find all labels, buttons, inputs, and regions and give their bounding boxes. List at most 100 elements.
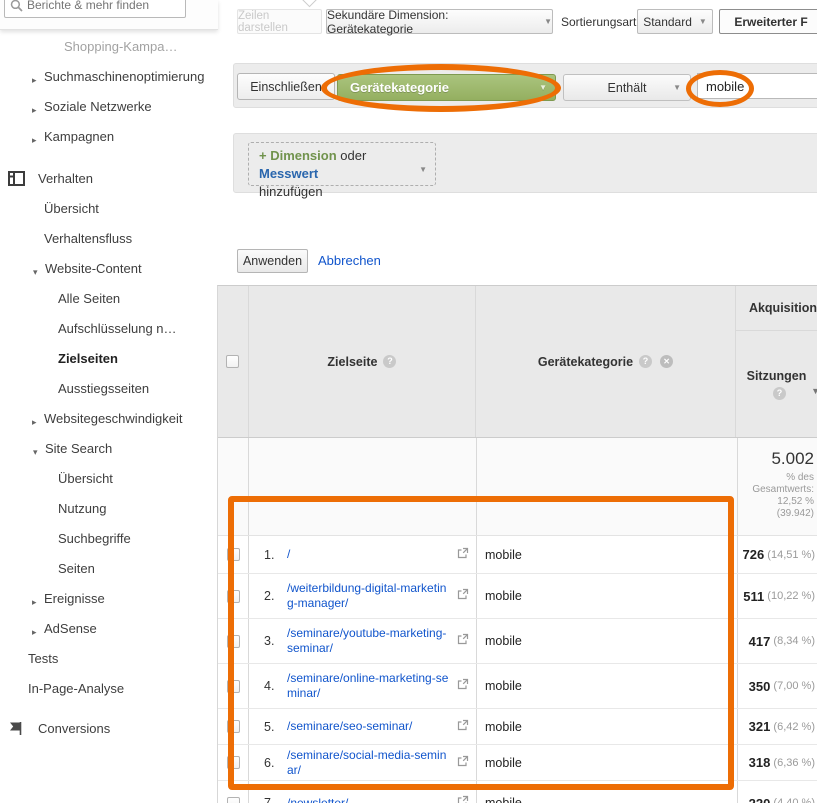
sidebar-item[interactable]: Aufschlüsselung n… bbox=[0, 319, 218, 339]
add-suffix-label: hinzufügen bbox=[259, 183, 425, 201]
add-metric-label: Messwert bbox=[259, 166, 318, 181]
sidebar-item[interactable]: Nutzung bbox=[0, 499, 218, 519]
sidebar-item[interactable]: ▸ Kampagnen bbox=[0, 127, 218, 147]
row-checkbox[interactable] bbox=[227, 680, 240, 693]
sidebar-item-label: Ausstiegsseiten bbox=[58, 381, 149, 396]
filter-dimension-dropdown[interactable]: Gerätekategorie ▼ bbox=[337, 74, 556, 101]
sidebar-item[interactable]: Suchbegriffe bbox=[0, 529, 218, 549]
report-search-input[interactable] bbox=[27, 0, 177, 15]
column-header-sitzungen[interactable]: Sitzungen ? ▼ bbox=[736, 331, 817, 437]
cancel-link[interactable]: Abbrechen bbox=[318, 253, 381, 268]
plot-rows-button[interactable]: Zeilen darstellen bbox=[237, 9, 322, 34]
landing-page-link[interactable]: /seminare/youtube-marketing-seminar/ bbox=[287, 626, 450, 656]
row-checkbox[interactable] bbox=[227, 590, 240, 603]
analytics-screen: Shopping-Kampa… ▸ Suchmaschinenoptimieru… bbox=[0, 0, 817, 803]
sidebar-nav: Shopping-Kampa… ▸ Suchmaschinenoptimieru… bbox=[0, 30, 218, 749]
remove-column-icon[interactable]: ✕ bbox=[660, 355, 673, 368]
sort-direction-icon: ▼ bbox=[811, 386, 817, 396]
plot-rows-label: Zeilen darstellen bbox=[238, 10, 321, 34]
row-checkbox[interactable] bbox=[227, 797, 240, 803]
filter-operator-label: Enthält bbox=[608, 81, 647, 95]
sidebar-item[interactable]: Übersicht bbox=[0, 469, 218, 489]
sidebar-item[interactable]: Verhalten bbox=[0, 169, 218, 189]
external-link-icon[interactable] bbox=[457, 677, 469, 695]
external-link-icon[interactable] bbox=[457, 754, 469, 772]
sidebar-item-label: Suchbegriffe bbox=[58, 531, 131, 546]
help-icon[interactable]: ? bbox=[383, 355, 396, 368]
sessions-value: 318 bbox=[749, 755, 771, 770]
sort-type-label: Sortierungsart: bbox=[561, 15, 640, 29]
sidebar-item[interactable]: Shopping-Kampa… bbox=[0, 37, 218, 57]
row-checkbox[interactable] bbox=[227, 756, 240, 769]
sidebar-item[interactable]: Ausstiegsseiten bbox=[0, 379, 218, 399]
landing-page-link[interactable]: /newsletter/ bbox=[287, 796, 348, 803]
select-all-checkbox[interactable] bbox=[226, 355, 239, 368]
device-category-value: mobile bbox=[485, 634, 522, 648]
chevron-icon: ▸ bbox=[32, 130, 37, 150]
help-icon[interactable]: ? bbox=[773, 387, 786, 400]
behavior-icon bbox=[8, 171, 25, 192]
add-dimension-label: + Dimension bbox=[259, 148, 337, 163]
landing-page-link[interactable]: /weiterbildung-digital-marketing-manager… bbox=[287, 581, 450, 611]
secondary-dimension-dropdown[interactable]: Sekundäre Dimension: Gerätekategorie ▼ bbox=[326, 9, 553, 34]
sidebar-item[interactable]: Conversions bbox=[0, 719, 218, 739]
sessions-percent: (7,00 %) bbox=[770, 680, 815, 692]
sidebar-item[interactable]: In-Page-Analyse bbox=[0, 679, 218, 699]
add-dimension-metric-button[interactable]: + Dimension oder Messwert hinzufügen ▼ bbox=[248, 142, 436, 186]
advanced-filter-button[interactable]: Erweiterter F bbox=[719, 9, 817, 34]
sort-type-dropdown[interactable]: Standard ▼ bbox=[637, 9, 713, 34]
device-category-value: mobile bbox=[485, 720, 522, 734]
sitzungen-label: Sitzungen bbox=[747, 369, 807, 383]
sidebar-item[interactable]: ▸ Suchmaschinenoptimierung bbox=[0, 67, 218, 87]
sidebar-item[interactable]: Seiten bbox=[0, 559, 218, 579]
add-or-label: oder bbox=[340, 148, 366, 163]
row-checkbox[interactable] bbox=[227, 720, 240, 733]
sidebar-item[interactable]: ▸ Ereignisse bbox=[0, 589, 218, 609]
table-row: 5. /seminare/seo-seminar/ mobile 321 (6,… bbox=[218, 709, 817, 745]
external-link-icon[interactable] bbox=[457, 718, 469, 736]
landing-page-link[interactable]: /seminare/seo-seminar/ bbox=[287, 719, 412, 734]
sidebar-item[interactable]: ▸ Soziale Netzwerke bbox=[0, 97, 218, 117]
chevron-icon: ▾ bbox=[33, 262, 38, 282]
sidebar-item[interactable]: ▾ Site Search bbox=[0, 439, 218, 459]
geraetekategorie-header-label: Gerätekategorie bbox=[538, 355, 633, 369]
landing-page-link[interactable]: /seminare/online-marketing-seminar/ bbox=[287, 671, 450, 701]
apply-button[interactable]: Anwenden bbox=[237, 249, 308, 273]
external-link-icon[interactable] bbox=[457, 546, 469, 564]
sidebar-item-label: In-Page-Analyse bbox=[28, 681, 124, 696]
row-checkbox[interactable] bbox=[227, 548, 240, 561]
table-row: 6. /seminare/social-media-seminar/ mobil… bbox=[218, 745, 817, 781]
row-checkbox[interactable] bbox=[227, 635, 240, 648]
row-number: 6. bbox=[264, 756, 287, 770]
sidebar-item[interactable]: Übersicht bbox=[0, 199, 218, 219]
filter-operator-dropdown[interactable]: Enthält ▼ bbox=[563, 74, 691, 101]
external-link-icon[interactable] bbox=[457, 632, 469, 650]
column-header-geraetekategorie[interactable]: Gerätekategorie ? ✕ bbox=[476, 286, 736, 437]
filter-value-input[interactable] bbox=[697, 73, 817, 99]
external-link-icon[interactable] bbox=[457, 587, 469, 605]
sidebar-item-label: Conversions bbox=[38, 721, 110, 736]
search-box[interactable] bbox=[4, 0, 186, 18]
sidebar-item[interactable]: Tests bbox=[0, 649, 218, 669]
chevron-icon: ▾ bbox=[33, 442, 38, 462]
sidebar-item[interactable]: ▸ Websitegeschwindigkeit bbox=[0, 409, 218, 429]
totals-row: 5.002 % desGesamtwerts:12,52 %(39.942) bbox=[218, 438, 817, 536]
sidebar-item[interactable]: ▸ AdSense bbox=[0, 619, 218, 639]
landing-page-link[interactable]: /seminare/social-media-seminar/ bbox=[287, 748, 450, 778]
landing-page-link[interactable]: / bbox=[287, 547, 290, 562]
flag-icon bbox=[8, 721, 23, 742]
sidebar-item[interactable]: Alle Seiten bbox=[0, 289, 218, 309]
table-row: 1. / mobile 726 (14,51 %) bbox=[218, 536, 817, 574]
sidebar-item[interactable]: Verhaltensfluss bbox=[0, 229, 218, 249]
external-link-icon[interactable] bbox=[457, 794, 469, 803]
sidebar-item[interactable]: Zielseiten bbox=[0, 349, 218, 369]
filter-include-dropdown[interactable]: Einschließen bbox=[237, 73, 335, 100]
help-icon[interactable]: ? bbox=[639, 355, 652, 368]
totals-sessions: 5.002 bbox=[738, 449, 814, 469]
sidebar-item[interactable]: ▾ Website-Content bbox=[0, 259, 218, 279]
row-number: 1. bbox=[264, 548, 287, 562]
filter-include-label: Einschließen bbox=[250, 80, 322, 94]
row-number: 7. bbox=[264, 796, 287, 803]
column-header-zielseite[interactable]: Zielseite ? bbox=[249, 286, 476, 437]
chevron-down-icon: ▼ bbox=[544, 17, 552, 26]
